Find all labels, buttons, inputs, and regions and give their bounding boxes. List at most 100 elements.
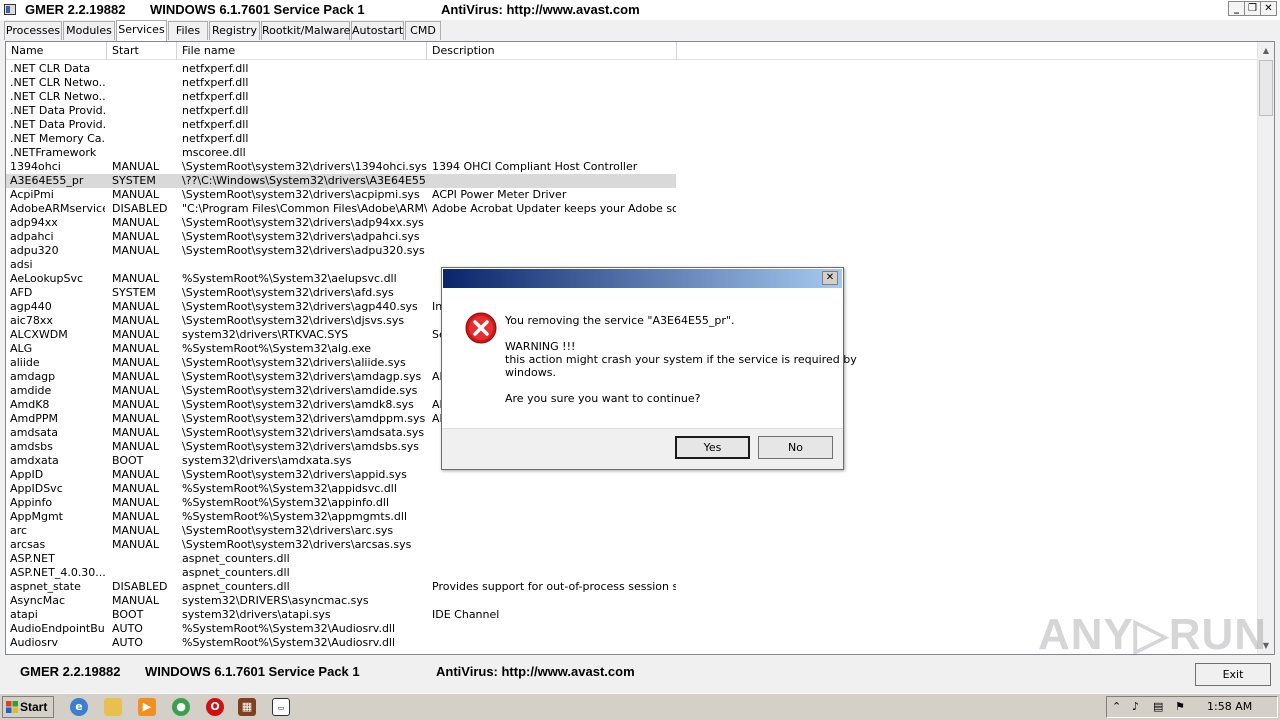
tray-expand-icon[interactable]: ⌃ xyxy=(1112,700,1121,713)
cell-start: MANUAL xyxy=(112,384,159,397)
table-row[interactable]: AppMgmt MANUAL %SystemRoot%\System32\appmg… xyxy=(6,510,1257,524)
table-row[interactable]: .NET CLR Netwo... netfxperf.dll xyxy=(6,90,1257,104)
restore-icon[interactable]: ❐ xyxy=(1244,1,1261,16)
cell-name: adpahci xyxy=(10,230,54,243)
cell-file-name: system32\drivers\RTKVAC.SYS xyxy=(182,328,349,341)
table-row[interactable]: arcsas MANUAL \SystemRoot\system32\drivers… xyxy=(6,538,1257,552)
cell-description: 1394 OHCI Compliant Host Controller xyxy=(432,160,638,173)
table-row[interactable]: Appinfo MANUAL %SystemRoot%\System32\appin… xyxy=(6,496,1257,510)
cell-file-name: \SystemRoot\system32\drivers\afd.sys xyxy=(182,286,394,299)
table-row[interactable]: .NET Data Provid... netfxperf.dll xyxy=(6,118,1257,132)
table-row[interactable]: .NET CLR Netwo... netfxperf.dll xyxy=(6,76,1257,90)
cell-file-name: \SystemRoot\system32\drivers\1394ohci.sy… xyxy=(182,160,427,173)
cell-name: .NET Memory Ca... xyxy=(10,132,105,145)
cell-file-name: %SystemRoot%\System32\appmgmts.dll xyxy=(182,510,408,523)
cell-description: Provides support for out-of-process sess… xyxy=(432,580,676,593)
gmer-window-taskbar-icon[interactable]: ▭ xyxy=(272,698,290,716)
table-row[interactable]: AppIDSvc MANUAL %SystemRoot%\System32\appi… xyxy=(6,482,1257,496)
no-button[interactable]: No xyxy=(758,436,833,459)
cell-name: ASP.NET_4.0.30... xyxy=(10,566,105,579)
tab-processes[interactable]: Processes xyxy=(4,21,62,40)
cell-name: Appinfo xyxy=(10,496,53,509)
table-row[interactable]: .NETFramework mscoree.dll xyxy=(6,146,1257,160)
table-row[interactable]: adpu320 MANUAL \SystemRoot\system32\driver… xyxy=(6,244,1257,258)
minimize-icon[interactable]: _ xyxy=(1228,1,1245,16)
scroll-thumb[interactable] xyxy=(1259,60,1273,116)
cell-file-name: \SystemRoot\system32\drivers\agp440.sys xyxy=(182,300,418,313)
dialog-close-icon[interactable]: ✕ xyxy=(822,271,838,285)
cell-file-name: \SystemRoot\system32\drivers\aliide.sys xyxy=(182,356,406,369)
cell-file-name: %SystemRoot%\System32\appidsvc.dll xyxy=(182,482,397,495)
internet-explorer-icon[interactable]: e xyxy=(70,698,88,716)
cell-name: atapi xyxy=(10,608,38,621)
gmer-taskbar-icon[interactable]: ▦ xyxy=(238,698,256,716)
clock[interactable]: 1:58 AM xyxy=(1207,700,1252,713)
cell-name: amdsata xyxy=(10,426,58,439)
table-row[interactable]: aspnet_state DISABLED aspnet_counters.dll P… xyxy=(6,580,1257,594)
cell-name: agp440 xyxy=(10,300,52,313)
status-app: GMER 2.2.19882 xyxy=(20,664,121,679)
table-row[interactable]: arc MANUAL \SystemRoot\system32\drivers\ar… xyxy=(6,524,1257,538)
exit-button[interactable]: Exit xyxy=(1195,663,1271,686)
table-row[interactable]: 1394ohci MANUAL \SystemRoot\system32\drive… xyxy=(6,160,1257,174)
column-header-name[interactable]: Name xyxy=(6,42,107,60)
cell-file-name: \SystemRoot\system32\drivers\amdk8.sys xyxy=(182,398,414,411)
table-row[interactable]: AppID MANUAL \SystemRoot\system32\drivers\… xyxy=(6,468,1257,482)
cell-start: MANUAL xyxy=(112,468,159,481)
opera-icon[interactable]: O xyxy=(206,698,224,716)
start-label: Start xyxy=(20,700,48,714)
table-row[interactable]: adpahci MANUAL \SystemRoot\system32\driver… xyxy=(6,230,1257,244)
cell-start: DISABLED xyxy=(112,202,168,215)
cell-file-name: %SystemRoot%\System32\aelupsvc.dll xyxy=(182,272,397,285)
table-row[interactable]: .NET Memory Ca... netfxperf.dll xyxy=(6,132,1257,146)
tab-autostart[interactable]: Autostart xyxy=(351,21,404,40)
table-row[interactable]: AsyncMac MANUAL system32\DRIVERS\asyncmac.… xyxy=(6,594,1257,608)
cell-start: MANUAL xyxy=(112,230,159,243)
cell-name: adsi xyxy=(10,258,33,271)
tab-registry[interactable]: Registry xyxy=(209,21,260,40)
media-player-icon[interactable]: ▶ xyxy=(138,698,156,716)
tab-rootkit-malware[interactable]: Rootkit/Malware xyxy=(261,21,350,40)
cell-start: AUTO xyxy=(112,622,143,635)
tab-cmd[interactable]: CMD xyxy=(405,21,441,40)
flag-tray-icon[interactable]: ⚑ xyxy=(1175,700,1185,713)
table-row[interactable]: AdobeARMservice DISABLED "C:\Program Files… xyxy=(6,202,1257,216)
cell-name: .NET CLR Netwo... xyxy=(10,76,105,89)
app-icon xyxy=(4,4,16,15)
cell-start: MANUAL xyxy=(112,244,159,257)
tab-services[interactable]: Services xyxy=(116,20,167,41)
taskbar: Start e ▶ ● O ▦ ▭ ⌃ ♪ ▤ ⚑ 1:58 AM xyxy=(0,693,1280,720)
watermark-logo: ANY▷RUN xyxy=(1038,610,1268,659)
close-icon[interactable]: ✕ xyxy=(1260,1,1277,16)
table-row[interactable]: .NET Data Provid... netfxperf.dll xyxy=(6,104,1257,118)
scroll-up-icon[interactable]: ▲ xyxy=(1258,42,1274,59)
cell-file-name: %SystemRoot%\System32\Audiosrv.dll xyxy=(182,636,396,649)
start-button[interactable]: Start xyxy=(2,696,54,718)
cell-file-name: "C:\Program Files\Common Files\Adobe\ARM… xyxy=(182,202,427,215)
cell-description: Adobe Acrobat Updater keeps your Adobe s… xyxy=(432,202,676,215)
tab-files[interactable]: Files xyxy=(168,21,208,40)
chrome-icon[interactable]: ● xyxy=(172,698,190,716)
column-header-description[interactable]: Description xyxy=(427,42,677,60)
cell-file-name: \SystemRoot\system32\drivers\adp94xx.sys xyxy=(182,216,424,229)
column-header-start[interactable]: Start xyxy=(107,42,177,60)
volume-icon[interactable]: ♪ xyxy=(1132,700,1139,713)
yes-button[interactable]: Yes xyxy=(675,436,750,459)
table-row[interactable]: ASP.NET aspnet_counters.dll xyxy=(6,552,1257,566)
table-row[interactable]: ASP.NET_4.0.30... aspnet_counters.dll xyxy=(6,566,1257,580)
vertical-scrollbar[interactable]: ▲ ▼ xyxy=(1257,42,1274,654)
table-row[interactable]: AcpiPmi MANUAL \SystemRoot\system32\driver… xyxy=(6,188,1257,202)
table-row[interactable]: A3E64E55_pr SYSTEM \??\C:\Windows\System32… xyxy=(6,174,676,188)
tab-modules[interactable]: Modules xyxy=(63,21,115,40)
cell-file-name: \SystemRoot\system32\drivers\arc.sys xyxy=(182,524,394,537)
column-header-file-name[interactable]: File name xyxy=(177,42,427,60)
folder-icon[interactable] xyxy=(104,698,122,716)
cell-name: arcsas xyxy=(10,538,46,551)
network-icon[interactable]: ▤ xyxy=(1153,700,1163,713)
list-header: Name Start File name Description xyxy=(6,42,1257,60)
dialog-warning: WARNING !!! xyxy=(505,340,576,353)
cell-name: ALG xyxy=(10,342,33,355)
table-row[interactable]: adp94xx MANUAL \SystemRoot\system32\driver… xyxy=(6,216,1257,230)
cell-start: MANUAL xyxy=(112,300,159,313)
table-row[interactable]: .NET CLR Data netfxperf.dll xyxy=(6,62,1257,76)
